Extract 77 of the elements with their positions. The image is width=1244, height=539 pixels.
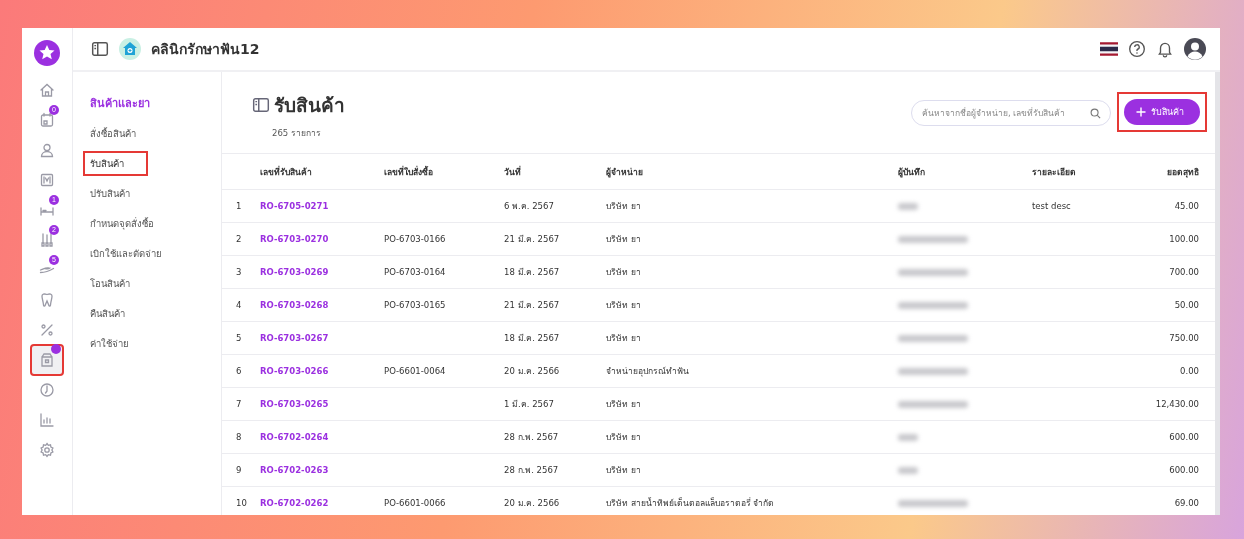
table-cell-text: 45.00 bbox=[1173, 201, 1199, 211]
table-cell-text: PO-6601-0066 bbox=[384, 498, 447, 508]
submenu-item[interactable]: โอนสินค้า bbox=[85, 273, 135, 294]
table-cell-text: บริษัท ยา bbox=[606, 464, 642, 477]
table-cell-text: บริษัท ยา bbox=[606, 398, 642, 411]
table-cell-text: 18 มี.ค. 2567 bbox=[504, 332, 561, 345]
table-cell-text: PO-6703-0165 bbox=[384, 300, 447, 310]
receipt-link[interactable]: RO-6702-0264 bbox=[260, 432, 329, 442]
table-cell-text: 10 bbox=[235, 498, 248, 508]
table-cell-text: 2 bbox=[235, 234, 243, 244]
receipt-link[interactable]: RO-6705-0271 bbox=[260, 201, 329, 211]
column-header: รายละเอียด bbox=[1032, 165, 1077, 179]
column-header: ผู้บันทึก bbox=[898, 165, 926, 179]
table-cell-text: 28 ก.พ. 2567 bbox=[504, 431, 560, 444]
table-cell-text: 0.00 bbox=[1179, 366, 1199, 376]
table-cell-text: test desc bbox=[1032, 201, 1072, 211]
table-cell-text: 3 bbox=[235, 267, 243, 277]
column-header: เลขที่รับสินค้า bbox=[260, 165, 313, 179]
table-cell-text: 18 มี.ค. 2567 bbox=[504, 266, 561, 279]
submenu-item[interactable]: รับสินค้า bbox=[85, 153, 146, 174]
receipt-link[interactable]: RO-6703-0265 bbox=[260, 399, 329, 409]
table-cell-text: 100.00 bbox=[1168, 234, 1199, 244]
table-cell-text: 600.00 bbox=[1168, 432, 1199, 442]
table-cell-text: 21 มี.ค. 2567 bbox=[504, 233, 561, 246]
receipt-link[interactable]: RO-6702-0262 bbox=[260, 498, 329, 508]
table-cell-text: PO-6601-0064 bbox=[384, 366, 447, 376]
column-header: ผู้จำหน่าย bbox=[606, 165, 644, 179]
receipt-link[interactable]: RO-6703-0268 bbox=[260, 300, 329, 310]
receipt-link[interactable]: RO-6703-0266 bbox=[260, 366, 329, 376]
column-header: ยอดสุทธิ bbox=[1166, 165, 1199, 179]
submenu-item[interactable]: กำหนดจุดสั่งซื้อ bbox=[85, 213, 159, 234]
search-field[interactable]: ค้นหาจากชื่อผู้จำหน่าย, เลขที่รับสินค้า bbox=[911, 100, 1111, 126]
column-header: เลขที่ใบสั่งซื้อ bbox=[384, 165, 434, 179]
table-cell-text: 1 bbox=[235, 201, 243, 211]
table-cell-text: 6 bbox=[235, 366, 243, 376]
add-receipt-button[interactable]: รับสินค้า bbox=[1124, 99, 1200, 125]
table-cell-text: 21 มี.ค. 2567 bbox=[504, 299, 561, 312]
table-cell-text: 5 bbox=[235, 333, 243, 343]
receipt-link[interactable]: RO-6703-0267 bbox=[260, 333, 329, 343]
receipt-link[interactable]: RO-6703-0270 bbox=[260, 234, 329, 244]
receipt-link[interactable]: RO-6702-0263 bbox=[260, 465, 329, 475]
table-cell-text: 1 มี.ค. 2567 bbox=[504, 398, 555, 411]
table-cell-text: 50.00 bbox=[1173, 300, 1199, 310]
table-cell-text: บริษัท ยา bbox=[606, 233, 642, 246]
submenu-item[interactable]: สั่งซื้อสินค้า bbox=[85, 123, 141, 144]
table-cell-text: 12,430.00 bbox=[1154, 399, 1199, 409]
table-cell-text: 20 ม.ค. 2566 bbox=[504, 497, 561, 510]
table-cell-text: บริษัท ยา bbox=[606, 299, 642, 312]
table-cell-text: จำหน่ายอุปกรณ์ทำฟัน bbox=[606, 365, 690, 378]
table-cell-text: บริษัท ยา bbox=[606, 266, 642, 279]
table-cell-text: 69.00 bbox=[1173, 498, 1199, 508]
table-cell-text: 700.00 bbox=[1168, 267, 1199, 277]
table-cell-text: 4 bbox=[235, 300, 243, 310]
record-count: 265 รายการ bbox=[271, 127, 322, 140]
table-cell-text: PO-6703-0166 bbox=[384, 234, 447, 244]
page-title: รับสินค้า bbox=[274, 93, 345, 118]
submenu-item[interactable]: คืนสินค้า bbox=[85, 303, 130, 324]
table-cell-text: บริษัท ยา bbox=[606, 332, 642, 345]
clinic-name: คลินิกรักษาฟัน12 bbox=[151, 40, 261, 59]
table-cell-text: 9 bbox=[235, 465, 243, 475]
table-cell-text: 7 bbox=[235, 399, 243, 409]
table-cell-text: 20 ม.ค. 2566 bbox=[504, 365, 561, 378]
table-cell-text: บริษัท ยา bbox=[606, 431, 642, 444]
table-cell-text: บริษัท ยา bbox=[606, 200, 642, 213]
submenu-heading: สินค้าและยา bbox=[89, 96, 151, 112]
table-cell-text: 600.00 bbox=[1168, 465, 1199, 475]
table-cell-text: 6 พ.ค. 2567 bbox=[504, 200, 555, 213]
table-cell-text: 750.00 bbox=[1168, 333, 1199, 343]
table-cell-text: 28 ก.พ. 2567 bbox=[504, 464, 560, 477]
submenu-item[interactable]: เบิกใช้และตัดจ่าย bbox=[85, 243, 167, 264]
table-cell-text: 8 bbox=[235, 432, 243, 442]
submenu-item[interactable]: ปรับสินค้า bbox=[85, 183, 135, 204]
table-cell-text: บริษัท สายน้ำทิพย์เด็นตอลแล็บอราตอรี่ จำกัด bbox=[606, 496, 776, 510]
column-header: วันที่ bbox=[504, 165, 522, 179]
submenu-item[interactable]: ค่าใช้จ่าย bbox=[85, 333, 134, 354]
table-cell-text: PO-6703-0164 bbox=[384, 267, 447, 277]
receipt-link[interactable]: RO-6703-0269 bbox=[260, 267, 329, 277]
